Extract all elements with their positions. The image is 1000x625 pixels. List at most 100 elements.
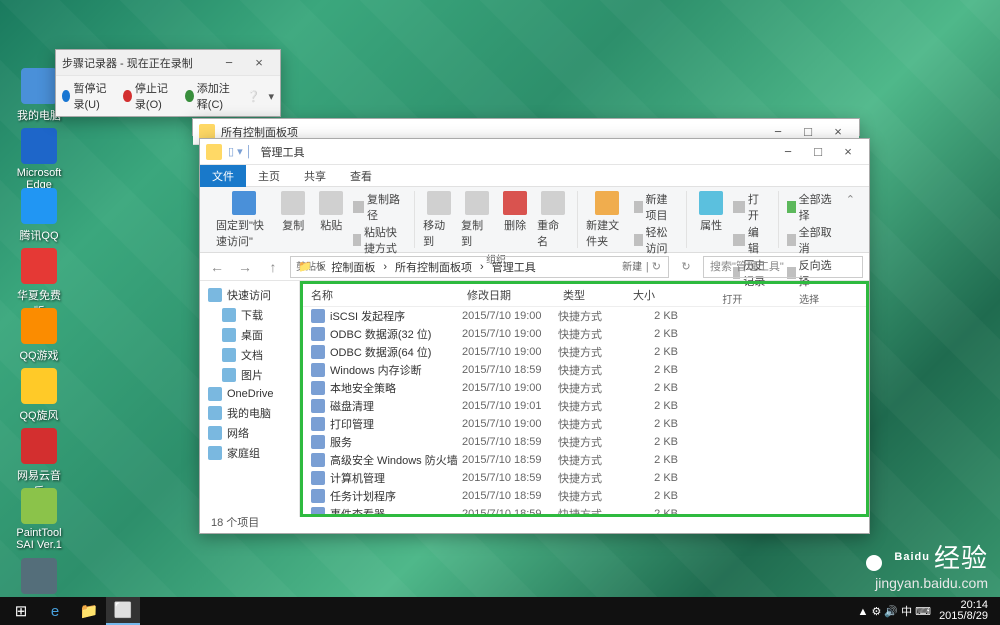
task-ie[interactable]: e <box>38 597 72 625</box>
nav-item[interactable]: 桌面 <box>200 325 299 345</box>
desktop-icon-7[interactable]: PaintTool SAI Ver.1 <box>14 488 64 551</box>
properties[interactable]: 属性 <box>695 191 727 233</box>
new-item[interactable]: 新建项目 <box>634 191 679 223</box>
paw-icon <box>858 541 890 573</box>
nav-item[interactable]: 文档 <box>200 345 299 365</box>
tab-共享[interactable]: 共享 <box>292 165 338 187</box>
taskbar[interactable]: ⊞ e 📁 ⬜ ▲ ⚙ 🔊 中 ⌨ 20:142015/8/29 <box>0 597 1000 625</box>
min-button[interactable]: − <box>773 141 803 163</box>
file-row[interactable]: 高级安全 Windows 防火墙2015/7/10 18:59快捷方式2 KB <box>303 451 866 469</box>
edit-btn[interactable]: 编辑 <box>733 224 769 256</box>
copy-path[interactable]: 复制路径 <box>353 191 406 223</box>
crumb-segment[interactable]: › <box>380 261 390 273</box>
delete-button[interactable]: 删除 <box>499 191 531 233</box>
nav-item[interactable]: 图片 <box>200 365 299 385</box>
crumb-segment[interactable]: › <box>317 261 327 273</box>
tab-文件[interactable]: 文件 <box>200 165 246 187</box>
recorder-min[interactable]: − <box>214 52 244 74</box>
nav-item[interactable]: 网络 <box>200 423 299 443</box>
tab-主页[interactable]: 主页 <box>246 165 292 187</box>
easy-access[interactable]: 轻松访问 <box>634 224 679 256</box>
nav-item[interactable]: 家庭组 <box>200 443 299 463</box>
nav-item[interactable]: 快速访问 <box>200 285 299 305</box>
folder-icon <box>208 406 222 420</box>
crumb-segment[interactable]: 管理工具 <box>489 259 539 275</box>
paste-button[interactable]: 粘贴 <box>315 191 347 233</box>
help-icon[interactable]: ❔ <box>247 90 261 103</box>
desktop-icon-4[interactable]: QQ游戏 <box>14 308 64 363</box>
refresh-button[interactable]: ↻ <box>675 256 697 278</box>
shortcut-icon <box>311 435 325 449</box>
folder-icon <box>222 328 236 342</box>
nav-item[interactable]: 下载 <box>200 305 299 325</box>
desktop-icon-1[interactable]: Microsoft Edge <box>14 128 64 191</box>
recorder-close[interactable]: × <box>244 52 274 74</box>
folder-icon <box>222 348 236 362</box>
shortcut-icon <box>311 327 325 341</box>
folder-icon <box>208 387 222 401</box>
start-button[interactable]: ⊞ <box>4 597 38 625</box>
search-input[interactable]: 搜索"管理工具" <box>703 256 863 278</box>
shortcut-icon <box>311 489 325 503</box>
app-icon <box>21 128 57 164</box>
move-to[interactable]: 移动到 <box>423 191 455 249</box>
max-button[interactable]: □ <box>803 141 833 163</box>
file-row[interactable]: ODBC 数据源(32 位)2015/7/10 19:00快捷方式2 KB <box>303 325 866 343</box>
column-headers[interactable]: 名称修改日期类型大小 <box>303 284 866 307</box>
tab-查看[interactable]: 查看 <box>338 165 384 187</box>
desktop-icon-2[interactable]: 腾讯QQ <box>14 188 64 243</box>
file-row[interactable]: Windows 内存诊断2015/7/10 18:59快捷方式2 KB <box>303 361 866 379</box>
pin-quick-access[interactable]: 固定到"快速访问" <box>216 191 271 249</box>
clock[interactable]: 20:142015/8/29 <box>939 600 988 622</box>
nav-pane[interactable]: 快速访问下载桌面文档图片OneDrive我的电脑网络家庭组 <box>200 281 300 517</box>
crumb-segment[interactable]: 控制面板 <box>328 259 378 275</box>
dropdown-icon[interactable]: ▾ <box>268 90 274 103</box>
breadcrumb[interactable]: 📁›控制面板›所有控制面板项›管理工具⌄ | ↻ <box>290 256 669 278</box>
file-row[interactable]: 计算机管理2015/7/10 18:59快捷方式2 KB <box>303 469 866 487</box>
folder-icon <box>208 288 222 302</box>
app-icon <box>21 558 57 594</box>
file-row[interactable]: iSCSI 发起程序2015/7/10 19:00快捷方式2 KB <box>303 307 866 325</box>
nav-item[interactable]: 我的电脑 <box>200 403 299 423</box>
file-row[interactable]: 事件查看器2015/7/10 18:59快捷方式2 KB <box>303 505 866 517</box>
add-note-button[interactable]: 添加注释(C) <box>185 80 238 112</box>
select-none[interactable]: 全部取消 <box>787 224 832 256</box>
recorder-title: 步骤记录器 - 现在正在录制 <box>62 55 214 71</box>
back-button[interactable]: ← <box>206 256 228 278</box>
crumb-segment[interactable]: 所有控制面板项 <box>392 259 475 275</box>
copy-button[interactable]: 复制 <box>277 191 309 233</box>
nav-item[interactable]: OneDrive <box>200 385 299 403</box>
collapse-ribbon-icon[interactable]: ⌃ <box>840 191 861 248</box>
desktop-icon-5[interactable]: QQ旋风 <box>14 368 64 423</box>
steps-recorder-window[interactable]: 步骤记录器 - 现在正在录制 −× 暂停记录(U) 停止记录(O) 添加注释(C… <box>55 49 281 117</box>
paste-shortcut[interactable]: 粘贴快捷方式 <box>353 224 406 256</box>
app-icon <box>21 488 57 524</box>
select-all[interactable]: 全部选择 <box>787 191 832 223</box>
file-row[interactable]: 磁盘清理2015/7/10 19:01快捷方式2 KB <box>303 397 866 415</box>
pause-record-button[interactable]: 暂停记录(U) <box>62 80 115 112</box>
file-row[interactable]: ODBC 数据源(64 位)2015/7/10 19:00快捷方式2 KB <box>303 343 866 361</box>
open-btn[interactable]: 打开 <box>733 191 769 223</box>
file-row[interactable]: 本地安全策略2015/7/10 19:00快捷方式2 KB <box>303 379 866 397</box>
shortcut-icon <box>311 417 325 431</box>
file-row[interactable]: 任务计划程序2015/7/10 18:59快捷方式2 KB <box>303 487 866 505</box>
close-button[interactable]: × <box>833 141 863 163</box>
new-folder[interactable]: 新建文件夹 <box>586 191 628 249</box>
copy-to[interactable]: 复制到 <box>461 191 493 249</box>
crumb-segment[interactable]: › <box>477 261 487 273</box>
file-row[interactable]: 服务2015/7/10 18:59快捷方式2 KB <box>303 433 866 451</box>
file-list[interactable]: 名称修改日期类型大小 iSCSI 发起程序2015/7/10 19:00快捷方式… <box>300 281 869 517</box>
stop-record-button[interactable]: 停止记录(O) <box>123 80 177 112</box>
system-tray[interactable]: ▲ ⚙ 🔊 中 ⌨ 20:142015/8/29 <box>858 600 996 622</box>
app-icon <box>21 428 57 464</box>
explorer-window[interactable]: ▯ ▾ │管理工具 −□× 文件主页共享查看 固定到"快速访问" 复制 粘贴 复… <box>199 138 870 534</box>
file-row[interactable]: 打印管理2015/7/10 19:00快捷方式2 KB <box>303 415 866 433</box>
task-explorer[interactable]: 📁 <box>72 597 106 625</box>
up-button[interactable]: ↑ <box>262 256 284 278</box>
stop-icon <box>123 90 131 102</box>
app-icon <box>21 248 57 284</box>
forward-button[interactable]: → <box>234 256 256 278</box>
task-cp[interactable]: ⬜ <box>106 597 140 625</box>
rename-button[interactable]: 重命名 <box>537 191 569 249</box>
control-panel-window[interactable]: 所有控制面板项 −□× <box>192 118 860 136</box>
